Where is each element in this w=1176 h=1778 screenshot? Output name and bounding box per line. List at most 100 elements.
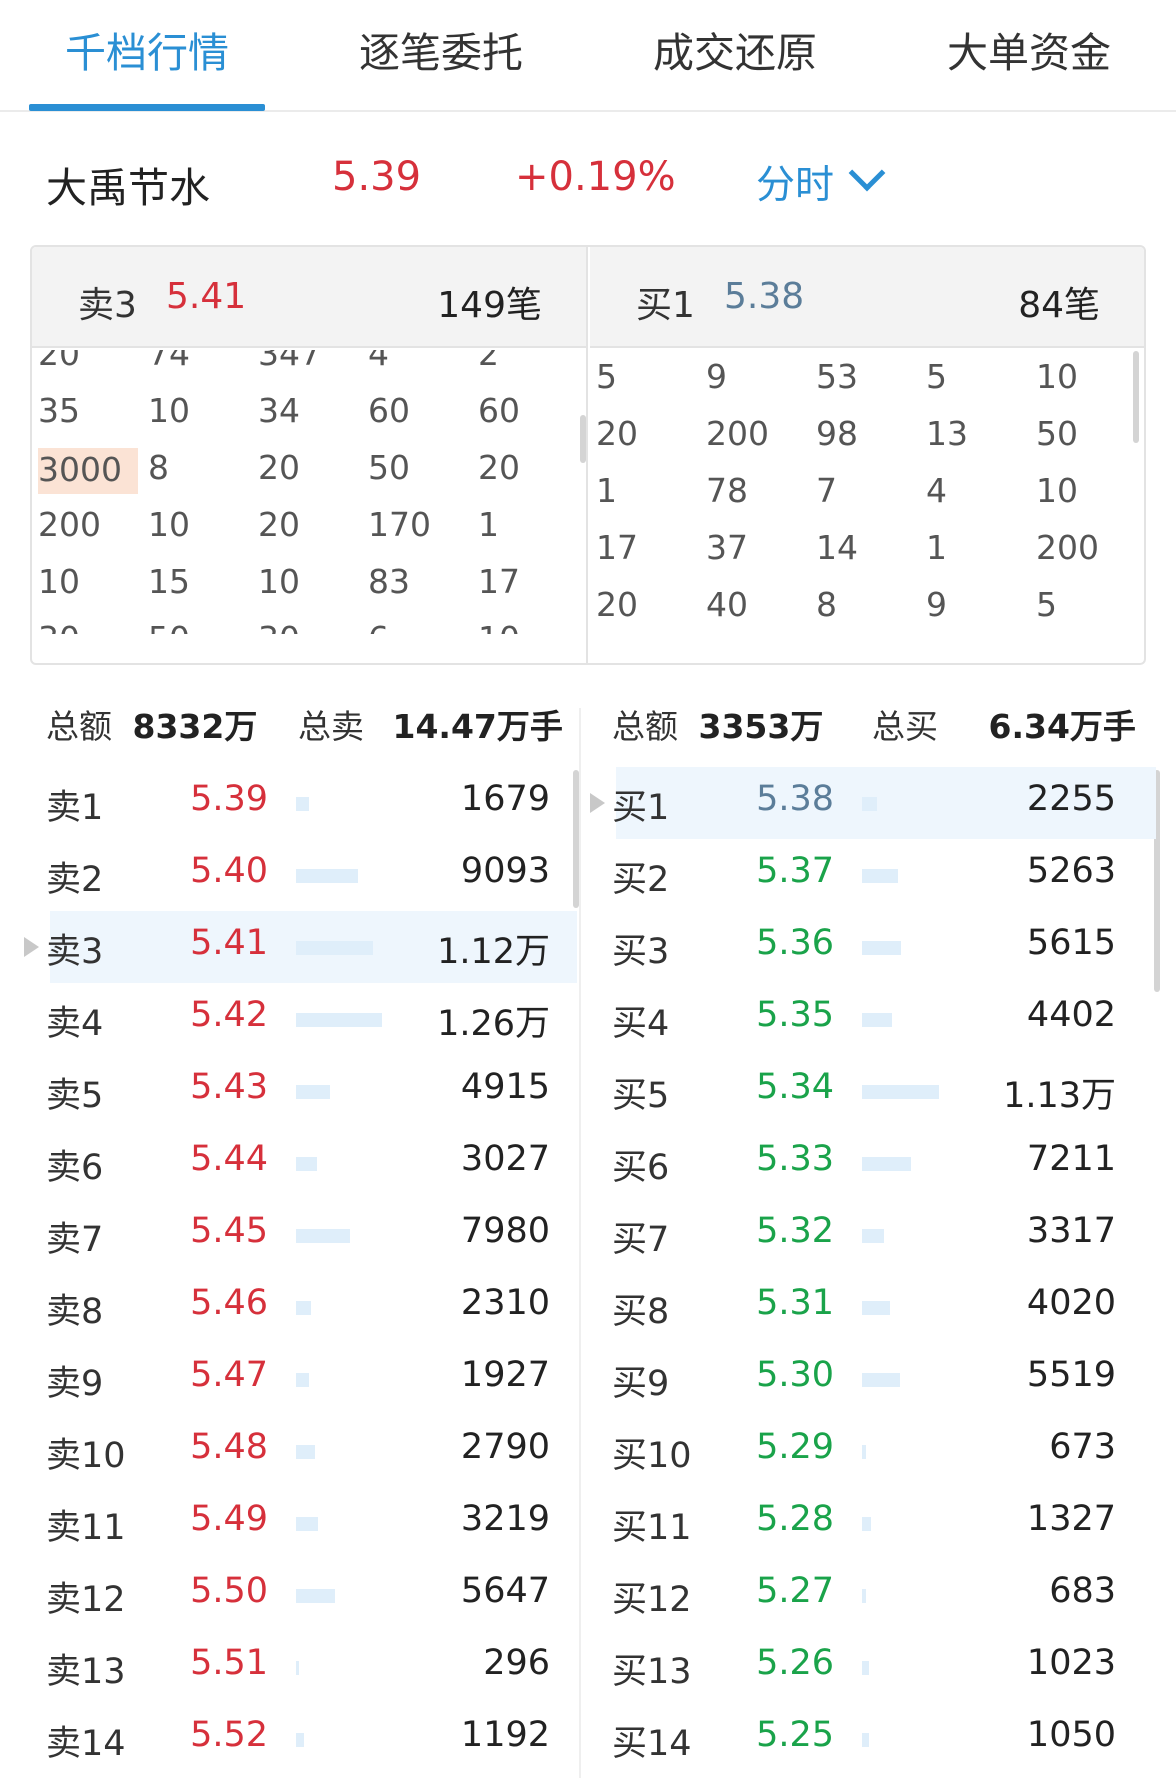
sell-order-cell[interactable]: 30 [38, 619, 80, 634]
sell-order-cell[interactable]: 35 [38, 391, 80, 430]
bid-level-label: 买8 [612, 1292, 670, 1332]
sell-order-cell[interactable]: 200 [38, 505, 101, 544]
ask-level-label: 卖10 [46, 1436, 126, 1476]
bid-level-label: 买12 [612, 1580, 692, 1620]
sell-order-cell[interactable]: 20 [38, 350, 80, 373]
sell-order-cell[interactable]: 1 [478, 505, 499, 544]
bid-volume-bar [862, 797, 877, 811]
buy-order-cell[interactable]: 40 [706, 585, 748, 624]
ask-volume: 3027 [460, 1139, 550, 1179]
ask-level-label: 卖9 [46, 1364, 104, 1404]
buy-order-cell[interactable]: 98 [816, 414, 858, 453]
buy-order-cell[interactable]: 50 [1036, 414, 1078, 453]
ask-price: 5.48 [190, 1427, 268, 1467]
sell-order-cell[interactable]: 34 [258, 391, 300, 430]
sell-order-cell[interactable]: 20 [258, 448, 300, 487]
buy-order-cell[interactable]: 200 [706, 414, 769, 453]
tab-order-by-order[interactable]: 逐笔委托 [323, 18, 559, 88]
sell-order-cell[interactable]: 17 [478, 562, 520, 601]
sell-order-cell[interactable]: 50 [368, 448, 410, 487]
buy-order-cell[interactable]: 13 [926, 414, 968, 453]
ask-volume-bar [296, 1301, 311, 1315]
bid-price: 5.37 [756, 851, 834, 891]
buy-order-cell[interactable]: 4 [926, 471, 947, 510]
sell-panel-level: 卖3 [78, 285, 137, 326]
sell-order-cell[interactable]: 60 [368, 391, 410, 430]
sell-order-cell[interactable]: 50 [148, 619, 190, 634]
buy-order-cell[interactable]: 14 [816, 528, 858, 567]
bid-volume: 2255 [1026, 779, 1116, 819]
buy-order-cell[interactable]: 7 [816, 471, 837, 510]
ask-price: 5.41 [190, 923, 268, 963]
ask-volume-bar [296, 1733, 304, 1747]
buy-order-cell[interactable]: 78 [706, 471, 748, 510]
ask-level-label: 卖1 [46, 788, 104, 828]
sell-order-cell[interactable]: 10 [38, 562, 80, 601]
sell-order-cell[interactable]: 60 [478, 391, 520, 430]
sell-order-cell[interactable]: 15 [148, 562, 190, 601]
ask-level-label: 卖12 [46, 1580, 126, 1620]
column-divider [579, 708, 581, 1778]
sell-order-cell[interactable]: 83 [368, 562, 410, 601]
sell-summary: 总额 8332万 [46, 700, 257, 748]
sell-order-cell[interactable]: 10 [478, 619, 520, 634]
tab-big-order-funds[interactable]: 大单资金 [911, 18, 1147, 88]
bid-volume: 3317 [1026, 1211, 1116, 1251]
ask-volume-bar [296, 869, 358, 883]
ask-level-label: 卖8 [46, 1292, 104, 1332]
sell-order-cell[interactable]: 2 [478, 350, 499, 373]
buy-order-cell[interactable]: 37 [706, 528, 748, 567]
ask-volume: 7980 [460, 1211, 550, 1251]
sell-order-cell[interactable]: 6 [368, 619, 389, 634]
buy-total: 总买 6.34万手 [872, 700, 1136, 748]
buy-order-cell[interactable]: 10 [1036, 471, 1078, 510]
sell-total-volume: 14.47万手 [392, 707, 563, 746]
ask-level-label: 卖7 [46, 1220, 104, 1260]
buy-order-cell[interactable]: 9 [706, 357, 727, 396]
buy-order-cell[interactable]: 5 [596, 357, 617, 396]
period-dropdown[interactable]: 分时 [756, 154, 886, 210]
sell-order-cell[interactable]: 170 [368, 505, 431, 544]
sell-order-cell[interactable]: 10 [148, 505, 190, 544]
sell-order-cell[interactable]: 30 [258, 619, 300, 634]
sell-order-cell[interactable]: 74 [148, 350, 190, 373]
sell-order-grid[interactable]: 20 74 347 4 2 35 10 34 60 60 3000 8 20 50 20 200 10 20 170… [32, 350, 586, 634]
tab-thousand-depth[interactable]: 千档行情 [29, 18, 265, 88]
bid-level-label: 买13 [612, 1652, 692, 1692]
buy-order-cell[interactable]: 17 [596, 528, 638, 567]
sell-grid-scrollbar[interactable] [580, 415, 586, 463]
bid-volume: 4020 [1026, 1283, 1116, 1323]
sell-order-cell[interactable]: 20 [258, 505, 300, 544]
buy-order-cell[interactable]: 20 [596, 414, 638, 453]
bid-level-label: 买9 [612, 1364, 670, 1404]
buy-order-cell[interactable]: 5 [926, 357, 947, 396]
sell-order-cell[interactable]: 20 [478, 448, 520, 487]
ask-price: 5.49 [190, 1499, 268, 1539]
sell-order-cell[interactable]: 10 [258, 562, 300, 601]
bid-volume: 683 [1049, 1571, 1116, 1611]
ask-volume: 4915 [460, 1067, 550, 1107]
bid-volume-bar [862, 1301, 890, 1315]
buy-order-cell[interactable]: 10 [1036, 357, 1078, 396]
bid-level-label: 买7 [612, 1220, 670, 1260]
buy-order-cell[interactable]: 1 [596, 471, 617, 510]
buy-order-cell[interactable]: 53 [816, 357, 858, 396]
sell-order-cell[interactable]: 10 [148, 391, 190, 430]
order-detail-panels: 卖3 5.41 149笔 20 74 347 4 2 35 10 34 60 60 3000 8 20 5… [30, 245, 1146, 665]
buy-order-grid[interactable]: 5 9 53 5 10 20 200 98 13 50 1 78 7 4 10 17 37 14 1 200 20 40 8… [590, 350, 1144, 634]
buy-grid-scrollbar[interactable] [1133, 351, 1139, 443]
buy-order-cell[interactable]: 5 [1036, 585, 1057, 624]
bid-volume-bar [862, 1229, 884, 1243]
sell-order-cell[interactable]: 4 [368, 350, 389, 373]
buy-order-cell[interactable]: 1 [926, 528, 947, 567]
buy-order-cell[interactable]: 200 [1036, 528, 1099, 567]
tab-trade-restore[interactable]: 成交还原 [617, 18, 853, 88]
buy-order-cell[interactable]: 20 [596, 585, 638, 624]
ask-price: 5.52 [190, 1715, 268, 1755]
sell-order-cell[interactable]: 347 [258, 350, 321, 373]
bid-price: 5.36 [756, 923, 834, 963]
sell-order-cell[interactable]: 3000 [38, 448, 138, 494]
buy-order-cell[interactable]: 9 [926, 585, 947, 624]
sell-order-cell[interactable]: 8 [148, 448, 169, 487]
buy-order-cell[interactable]: 8 [816, 585, 837, 624]
